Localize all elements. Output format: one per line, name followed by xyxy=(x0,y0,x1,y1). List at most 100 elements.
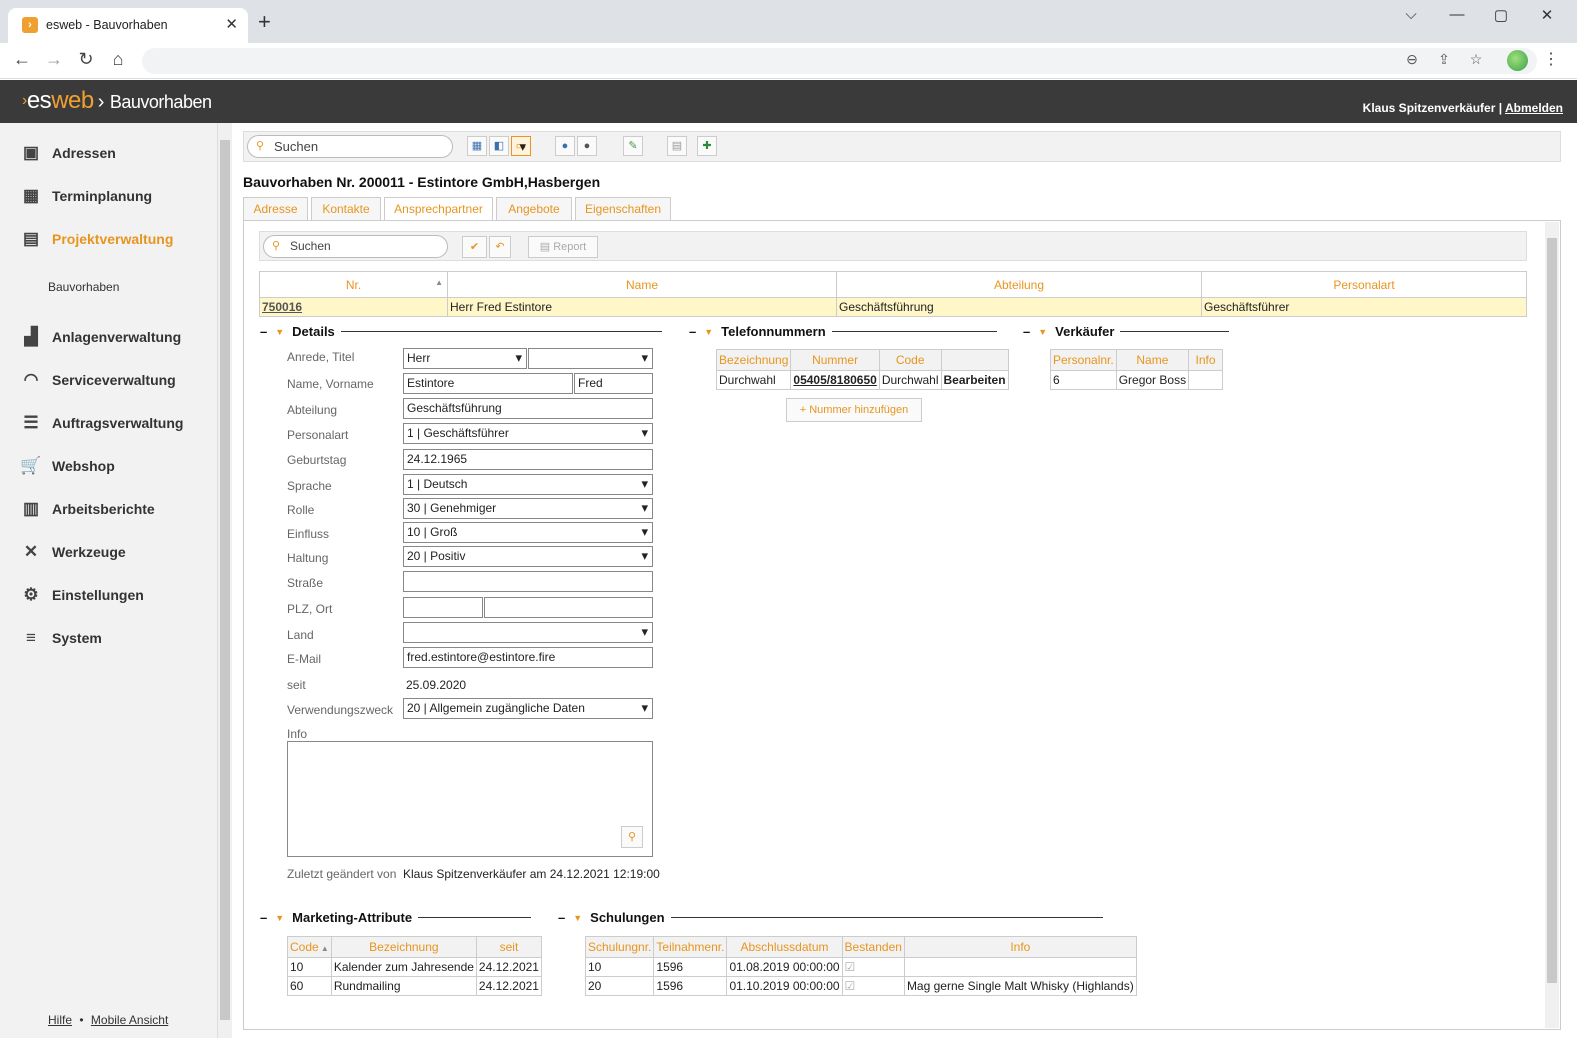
verkaeufer-header[interactable]: – ▼ Verkäufer xyxy=(1023,324,1229,339)
vorname-input[interactable]: Fred xyxy=(574,373,653,394)
col-nr[interactable]: Nr. ▲ xyxy=(259,271,448,298)
sidebar-item-auftragsverwaltung[interactable]: ☰ Auftragsverwaltung xyxy=(20,411,183,435)
star-icon[interactable]: ☆ xyxy=(1466,51,1486,68)
verwendungszweck-select[interactable]: 20 | Allgemein zugängliche Daten xyxy=(403,698,653,719)
col-name[interactable]: Name xyxy=(447,271,837,298)
tab-angebote[interactable]: Angebote xyxy=(496,197,572,220)
sidebar-item-arbeitsberichte[interactable]: ▥ Arbeitsberichte xyxy=(20,497,155,521)
table-row[interactable]: 60 Rundmailing 24.12.2021 xyxy=(287,976,542,996)
main-search-input[interactable]: ⚲ Suchen xyxy=(247,135,453,158)
schulungen-header[interactable]: – ▼ Schulungen xyxy=(558,910,1103,925)
add-number-button[interactable]: + Nummer hinzufügen xyxy=(786,398,922,422)
personalart-select[interactable]: 1 | Geschäftsführer xyxy=(403,423,653,444)
sidebar-subitem-bauvorhaben[interactable]: Bauvorhaben xyxy=(48,280,119,294)
reload-icon[interactable]: ↻ xyxy=(74,49,98,70)
email-input[interactable]: fred.estintore@estintore.fire xyxy=(403,647,653,668)
sidebar-item-adressen[interactable]: ▣ Adressen xyxy=(20,141,116,165)
logout-link[interactable]: Abmelden xyxy=(1505,101,1563,115)
menu-icon[interactable]: ⋮ xyxy=(1543,49,1559,69)
abteilung-input[interactable]: Geschäftsführung xyxy=(403,398,653,419)
marketing-header[interactable]: – ▼ Marketing-Attribute xyxy=(260,910,531,925)
folder-view-button[interactable]: ▭ xyxy=(511,136,531,156)
tab-adresse[interactable]: Adresse xyxy=(243,197,308,220)
haltung-select[interactable]: 20 | Positiv xyxy=(403,546,653,567)
sidebar-item-anlagenverwaltung[interactable]: ▟ Anlagenverwaltung xyxy=(20,325,181,349)
mobile-view-link[interactable]: Mobile Ansicht xyxy=(91,1013,168,1027)
details-header[interactable]: – ▼ Details xyxy=(260,324,662,339)
rolle-select[interactable]: 30 | Genehmiger xyxy=(403,498,653,519)
new-tab-button[interactable]: + xyxy=(258,11,271,33)
sidebar-item-serviceverwaltung[interactable]: ◠ Serviceverwaltung xyxy=(20,368,176,392)
zoom-icon[interactable]: ⊖ xyxy=(1402,51,1422,68)
help-link[interactable]: Hilfe xyxy=(48,1013,72,1027)
land-select[interactable] xyxy=(403,622,653,643)
tab-ansprechpartner[interactable]: Ansprechpartner xyxy=(384,197,493,221)
table-row[interactable]: 10 Kalender zum Jahresende 24.12.2021 xyxy=(287,957,542,977)
sort-asc-icon: ▲ xyxy=(435,278,443,287)
excel-export-button[interactable]: ✚ xyxy=(697,136,717,156)
profile-avatar[interactable] xyxy=(1507,50,1528,71)
telefon-header[interactable]: – ▼ Telefonnummern xyxy=(689,324,997,339)
tab-eigenschaften[interactable]: Eigenschaften xyxy=(575,197,671,220)
info-textarea[interactable] xyxy=(287,741,653,857)
minimize-button[interactable]: ⌵ xyxy=(1396,6,1426,23)
contact-blue-button[interactable]: ● xyxy=(555,136,575,156)
table-row[interactable]: 6 Gregor Boss xyxy=(1050,370,1223,390)
forward-icon[interactable]: → xyxy=(42,49,66,70)
content-scroll-thumb[interactable] xyxy=(1547,238,1557,983)
sprache-select[interactable]: 1 | Deutsch xyxy=(403,474,653,495)
split-view-button[interactable]: ◧ xyxy=(489,136,509,156)
sidebar-item-projektverwaltung[interactable]: ▤ Projektverwaltung xyxy=(20,227,173,251)
sidebar-item-werkzeuge[interactable]: ✕ Werkzeuge xyxy=(20,540,126,564)
report-button[interactable]: ▤ xyxy=(667,136,687,156)
home-icon[interactable]: ⌂ xyxy=(106,49,130,70)
headset-icon: ◠ xyxy=(23,370,39,389)
phone-number-link[interactable]: 05405/8180650 xyxy=(793,373,876,387)
sidebar-item-webshop[interactable]: 🛒 Webshop xyxy=(20,454,114,478)
table-row[interactable]: 750016 Herr Fred Estintore Geschäftsführ… xyxy=(259,297,1527,317)
app-logo[interactable]: ›esweb › Bauvorhaben xyxy=(22,87,212,115)
bestanden-checkbox[interactable]: ☑ xyxy=(841,957,905,977)
einfluss-select[interactable]: 10 | Groß xyxy=(403,522,653,543)
sidebar-item-terminplanung[interactable]: ▦ Terminplanung xyxy=(20,184,152,208)
sidebar-scroll-thumb[interactable] xyxy=(220,140,230,1020)
undo-button[interactable]: ↶ xyxy=(489,236,511,258)
report-subbar-button[interactable]: ▤ Report xyxy=(528,236,598,258)
tab-search-button[interactable]: — xyxy=(1442,6,1472,23)
table-row[interactable]: 20 1596 01.10.2019 00:00:00 ☑ Mag gerne … xyxy=(584,976,1137,996)
titel-select[interactable] xyxy=(528,348,653,369)
ort-input[interactable] xyxy=(484,597,653,618)
url-input[interactable] xyxy=(142,48,1537,74)
verkaeufer-table: Personalnr. Name Info 6 Gregor Boss xyxy=(1050,349,1223,390)
table-row[interactable]: 10 1596 01.08.2019 00:00:00 ☑ xyxy=(584,957,1137,977)
grid-view-button[interactable]: ▦ xyxy=(467,136,487,156)
browser-tab[interactable]: › esweb - Bauvorhaben ✕ xyxy=(8,8,248,43)
contact-nr-link[interactable]: 750016 xyxy=(262,300,302,314)
contact-grey-button[interactable]: ● xyxy=(577,136,597,156)
share-icon[interactable]: ⇪ xyxy=(1434,51,1454,68)
strasse-input[interactable] xyxy=(403,571,653,592)
close-window-button[interactable]: ✕ xyxy=(1532,6,1562,24)
plz-input[interactable] xyxy=(403,597,483,618)
page-title: Bauvorhaben Nr. 200011 - Estintore GmbH,… xyxy=(243,174,601,190)
edit-tools-button[interactable]: ✎ xyxy=(623,136,643,156)
edit-phone-button[interactable]: Bearbeiten xyxy=(940,370,1009,390)
col-personalart[interactable]: Personalart xyxy=(1201,271,1527,298)
back-icon[interactable]: ← xyxy=(10,49,34,70)
col-abteilung[interactable]: Abteilung xyxy=(836,271,1202,298)
maximize-button[interactable]: ▢ xyxy=(1486,6,1516,24)
tab-kontakte[interactable]: Kontakte xyxy=(311,197,381,220)
sidebar-item-einstellungen[interactable]: ⚙ Einstellungen xyxy=(20,583,143,607)
database-icon: ≡ xyxy=(26,628,36,647)
geburtstag-input[interactable]: 24.12.1965 xyxy=(403,449,653,470)
name-input[interactable]: Estintore xyxy=(403,373,573,394)
info-lookup-button[interactable]: ⚲ xyxy=(621,826,643,848)
bestanden-checkbox[interactable]: ☑ xyxy=(841,976,905,996)
contact-search-input[interactable]: ⚲ Suchen xyxy=(263,235,448,258)
schulungen-table: Schulungnr. Teilnahmenr. Abschlussdatum … xyxy=(584,936,1137,996)
close-tab-icon[interactable]: ✕ xyxy=(225,15,238,33)
marketing-table: Code ▲ Bezeichnung seit 10 Kalender zum … xyxy=(287,936,542,996)
anrede-select[interactable]: Herr xyxy=(403,348,527,369)
sidebar-item-system[interactable]: ≡ System xyxy=(20,626,102,650)
confirm-button[interactable]: ✔ xyxy=(462,236,487,258)
